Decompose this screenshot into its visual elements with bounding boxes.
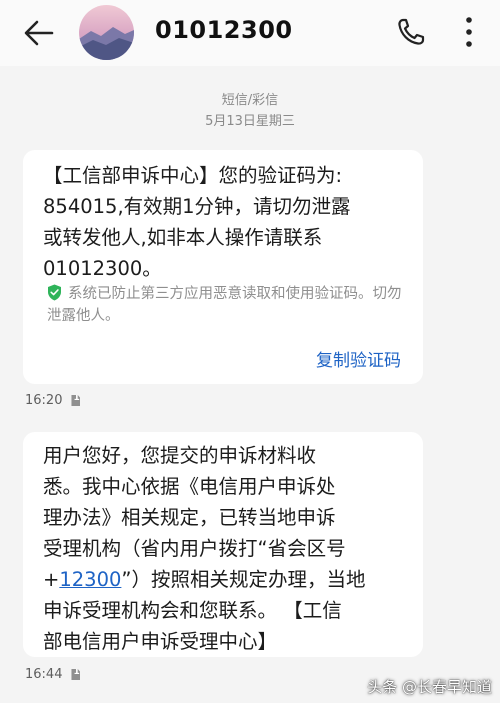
more-vertical-icon[interactable]	[459, 15, 479, 49]
message-bubble[interactable]: 【工信部申诉中心】您的验证码为: 854015,有效期1分钟，请切勿泄露 或转发…	[23, 150, 423, 384]
message-time-text: 16:44	[25, 667, 63, 682]
arrow-left-icon[interactable]	[22, 18, 56, 48]
message-time: 16:44	[25, 667, 81, 682]
watermark-text: 头条 @长春早知道	[367, 678, 492, 696]
date-label: 5月13日星期三	[205, 114, 295, 129]
copy-code-button[interactable]: 复制验证码	[316, 346, 401, 371]
message-time-text: 16:20	[25, 393, 63, 408]
avatar[interactable]	[79, 5, 134, 60]
contact-title: 01012300	[155, 16, 293, 44]
message-text: 【工信部申诉中心】您的验证码为: 854015,有效期1分钟，请切勿泄露 或转发…	[43, 164, 351, 280]
sim-card-icon	[71, 669, 81, 680]
message-type-label: 短信/彩信	[221, 93, 279, 108]
phone-number-link[interactable]: 12300	[59, 568, 121, 591]
conversation-header: 01012300	[0, 0, 500, 66]
phone-icon[interactable]	[396, 17, 426, 47]
message-text: 用户您好，您提交的申诉材料收 悉。我中心依据《电信用户申诉处 理办法》相关规定，…	[43, 440, 409, 657]
security-notice: 系统已防止第三方应用恶意读取和使用验证码。切勿泄露他人。	[47, 283, 409, 327]
security-notice-text: 系统已防止第三方应用恶意读取和使用验证码。切勿泄露他人。	[47, 286, 402, 324]
message-time: 16:20	[25, 393, 81, 408]
shield-icon	[48, 284, 61, 301]
watermark: 头条 @长春早知道	[367, 676, 492, 697]
sim-card-icon	[71, 395, 81, 406]
message-bubble[interactable]: 用户您好，您提交的申诉材料收 悉。我中心依据《电信用户申诉处 理办法》相关规定，…	[23, 432, 423, 657]
